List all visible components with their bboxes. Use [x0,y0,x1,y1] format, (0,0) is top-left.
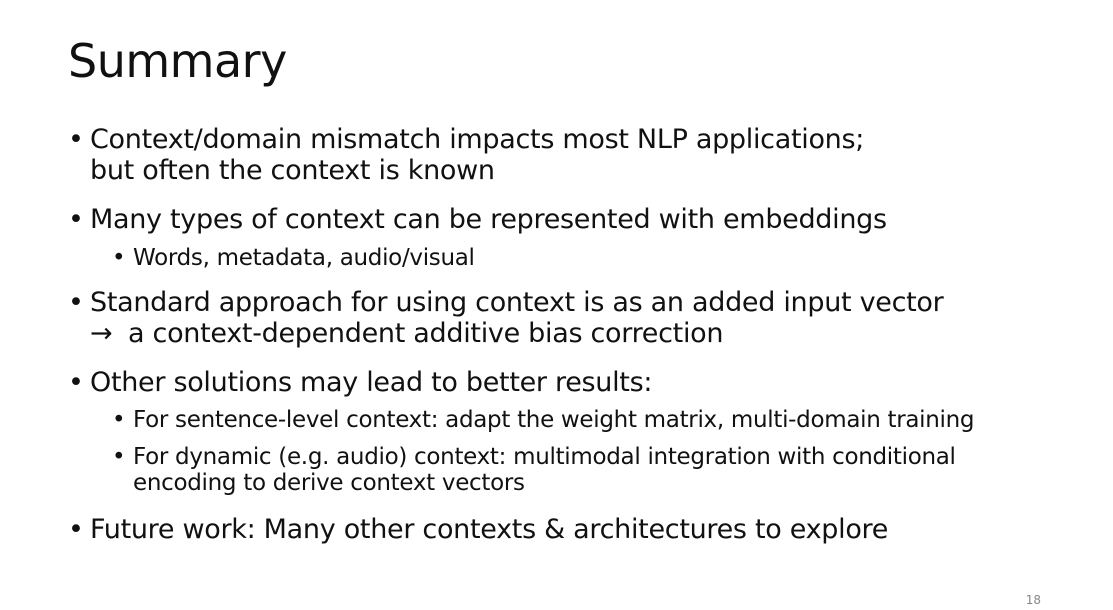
page-number: 18 [1025,593,1041,607]
bullet-icon: • [112,407,126,433]
bullet-icon: • [68,367,84,398]
bullet-icon: • [112,444,126,470]
bullet-item: • Future work: Many other contexts & arc… [68,514,888,545]
slide-title: Summary [68,34,287,88]
bullet-item: • Other solutions may lead to better res… [68,367,652,398]
bullet-icon: • [68,124,84,155]
bullet-icon: • [68,204,84,235]
bullet-text: Future work: Many other contexts & archi… [90,514,889,545]
bullet-text: Context/domain mismatch impacts most NLP… [90,124,865,155]
arrow-right-icon: → [90,318,113,350]
sub-bullet-text-continued: encoding to derive context vectors [133,470,525,497]
sub-bullet-item: • Words, metadata, audio/visual [68,245,475,271]
bullet-text: Other solutions may lead to better resul… [90,367,653,398]
bullet-text: Standard approach for using context is a… [90,287,944,318]
sub-bullet-text: For sentence-level context: adapt the we… [133,407,975,433]
bullet-text: Many types of context can be represented… [90,204,887,235]
sub-bullet-text: For dynamic (e.g. audio) context: multim… [133,444,956,470]
bullet-item: • Many types of context can be represent… [68,204,887,235]
bullet-text-continued: but often the context is known [90,155,495,187]
sub-bullet-item: • For dynamic (e.g. audio) context: mult… [68,444,956,497]
bullet-item: • Context/domain mismatch impacts most N… [68,124,864,186]
bullet-text-continued: a context-dependent additive bias correc… [128,318,724,350]
sub-bullet-item: • For sentence-level context: adapt the … [68,407,975,433]
sub-bullet-text: Words, metadata, audio/visual [133,245,475,271]
slide: Summary • Context/domain mismatch impact… [0,0,1113,610]
bullet-icon: • [68,514,84,545]
bullet-item: • Standard approach for using context is… [68,287,944,350]
bullet-icon: • [68,287,84,318]
bullet-icon: • [112,245,126,271]
